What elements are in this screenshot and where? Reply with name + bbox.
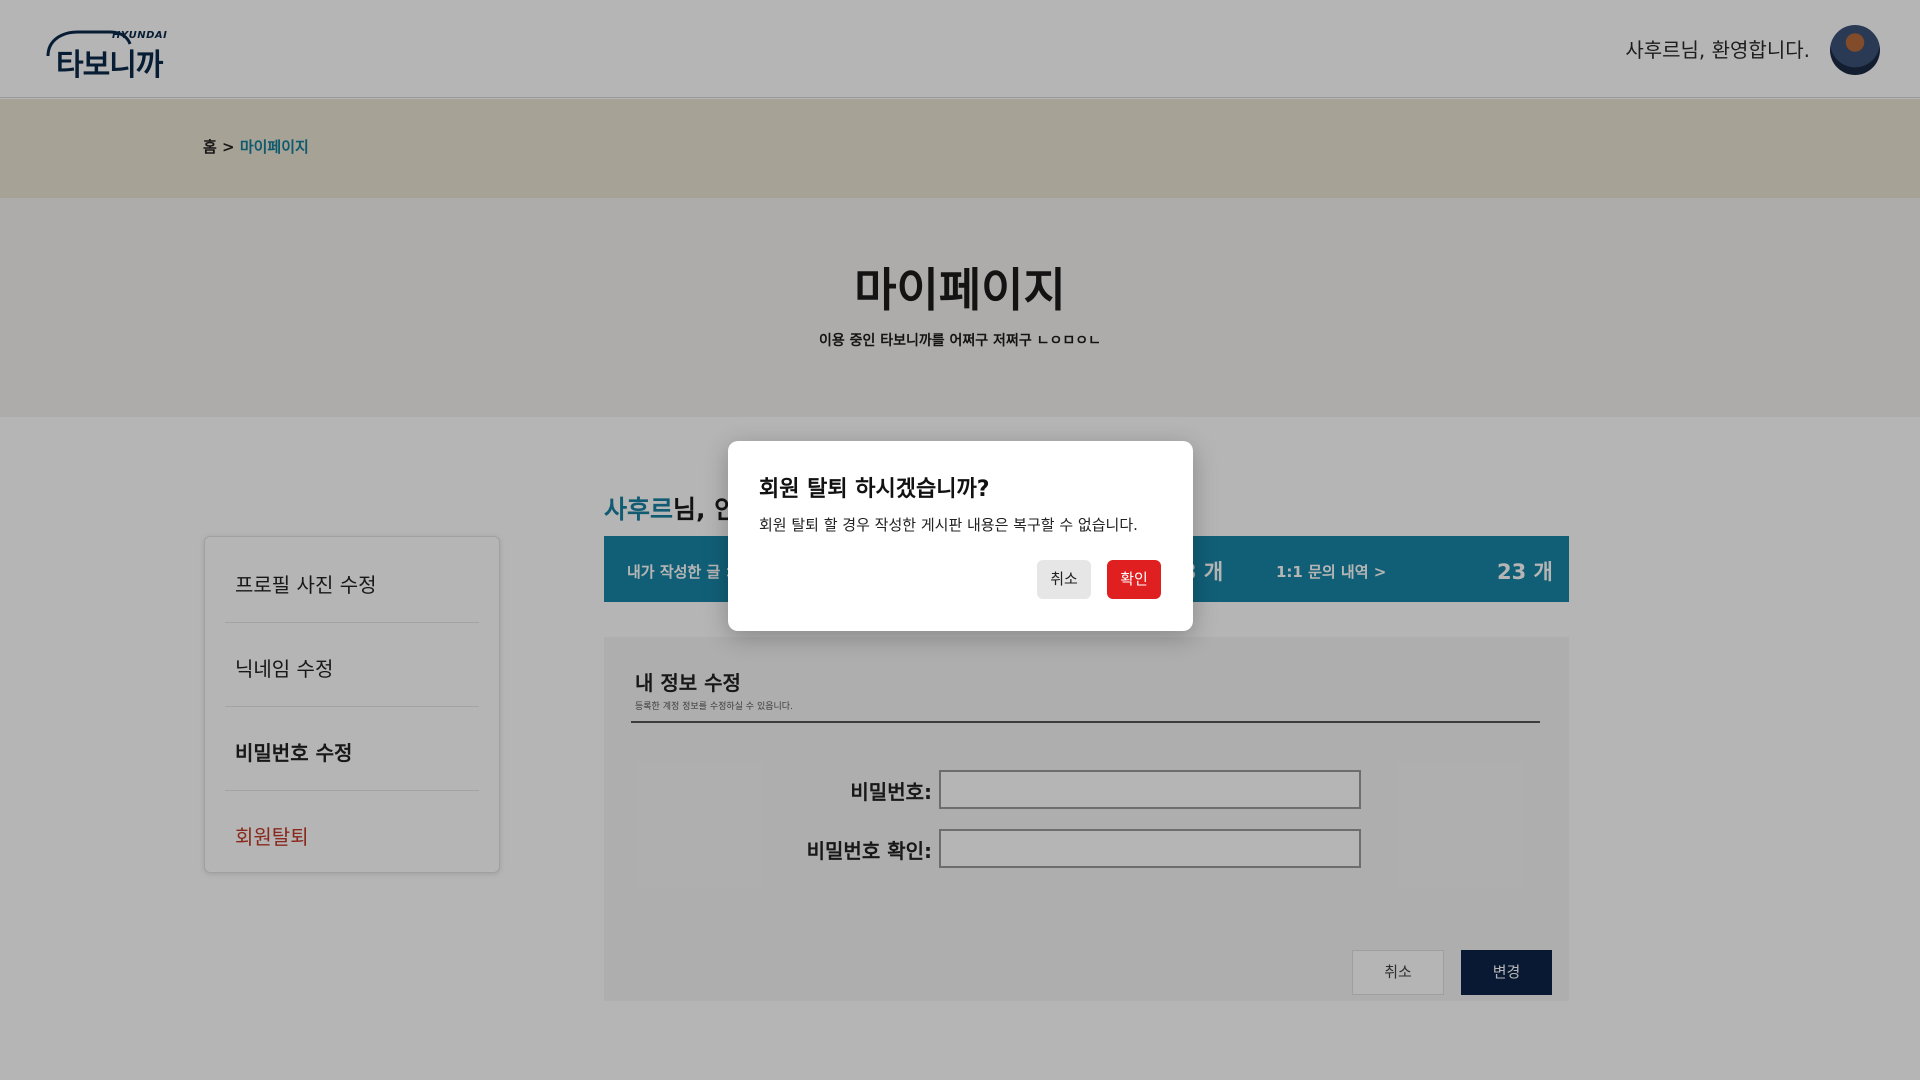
dialog-title: 회원 탈퇴 하시겠습니까? [759, 477, 990, 502]
dialog-message: 회원 탈퇴 할 경우 작성한 게시판 내용은 복구할 수 없습니다. [759, 516, 1138, 534]
dialog-cancel-button[interactable]: 취소 [1037, 560, 1091, 599]
dialog-confirm-button[interactable]: 확인 [1107, 560, 1161, 599]
withdraw-confirm-dialog: 회원 탈퇴 하시겠습니까? 회원 탈퇴 할 경우 작성한 게시판 내용은 복구할… [728, 441, 1193, 631]
